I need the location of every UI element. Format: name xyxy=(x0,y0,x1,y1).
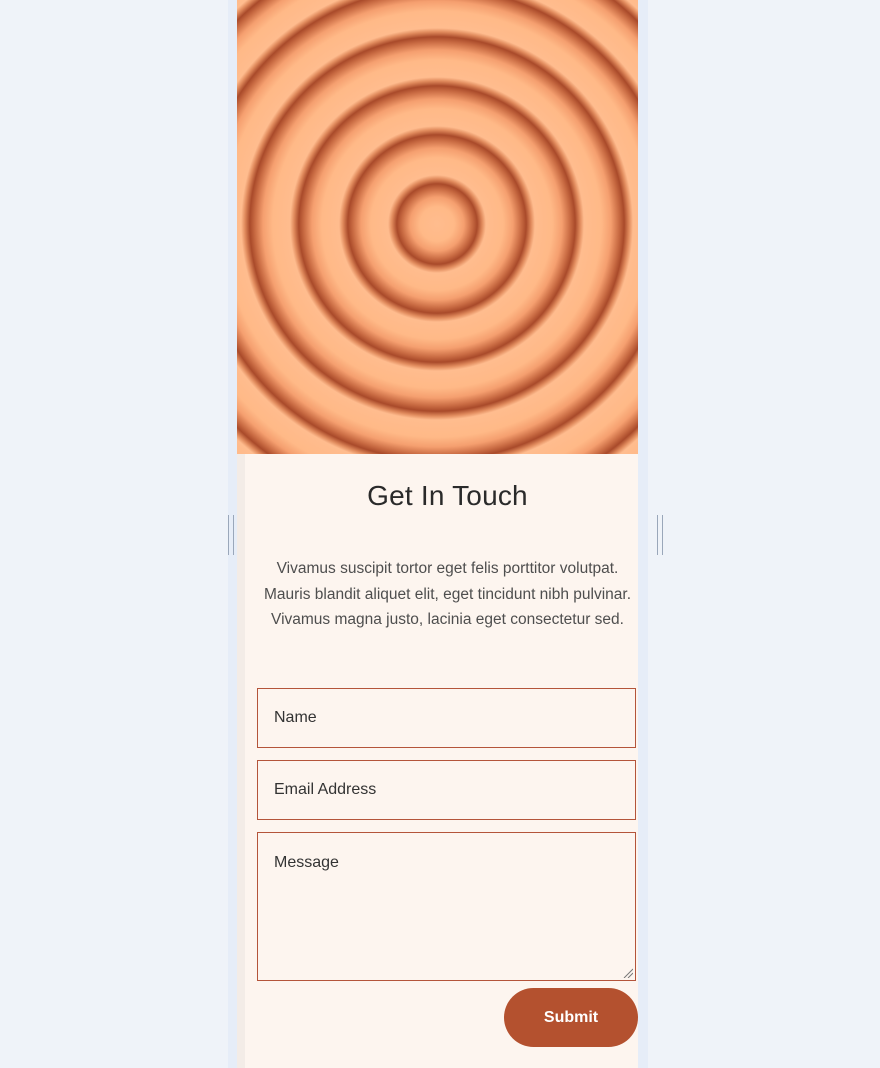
email-field[interactable]: Email Address xyxy=(257,760,636,820)
intro-text: Vivamus suscipit tortor eget felis portt… xyxy=(263,560,632,628)
page-title: Get In Touch xyxy=(367,480,528,511)
right-drag-handle-icon[interactable] xyxy=(657,515,664,555)
left-drag-handle-icon[interactable] xyxy=(228,515,235,555)
message-field[interactable]: Message xyxy=(257,832,636,981)
textarea-resize-grip-icon[interactable] xyxy=(623,968,633,978)
panel-edge xyxy=(237,454,245,1068)
submit-button[interactable]: Submit xyxy=(504,988,638,1047)
hero-image xyxy=(237,0,638,454)
message-placeholder: Message xyxy=(274,854,339,871)
name-field[interactable]: Name xyxy=(257,688,636,748)
